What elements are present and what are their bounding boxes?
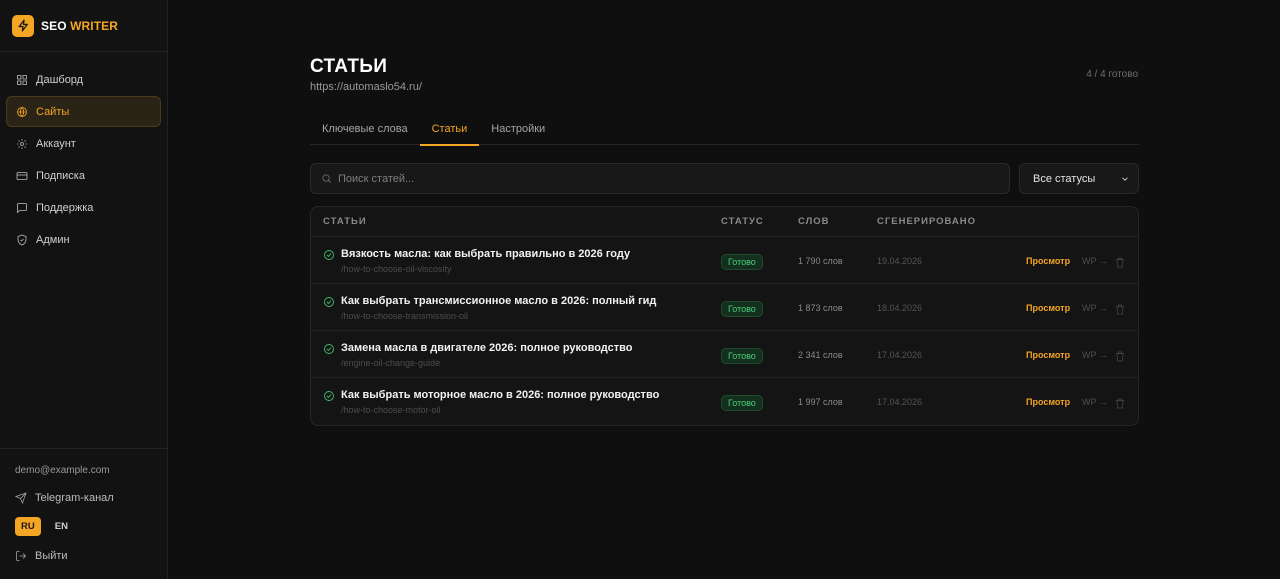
status-badge: Готово [721,395,763,411]
generated-date: 19.04.2026 [877,256,923,266]
trash-icon[interactable] [1115,396,1125,409]
article-slug: /engine-oil-change-guide [341,358,441,368]
column-header-status: СТАТУС [721,216,764,227]
status-badge: Готово [721,301,763,317]
article-slug: /how-to-choose-transmission-oil [341,311,469,321]
lang-en-button[interactable]: EN [49,517,74,536]
dashboard-icon [17,74,27,85]
trash-icon[interactable] [1115,255,1125,268]
shield-icon [17,234,27,245]
gear-icon [17,138,27,149]
generated-date: 17.04.2026 [877,350,923,360]
table-header: СТАТЬИ СТАТУС СЛОВ СГЕНЕРИРОВАНО [311,207,1138,237]
lang-ru-button[interactable]: RU [15,517,41,536]
table-row[interactable]: Замена масла в двигателе 2026: полное ру… [311,331,1138,378]
word-count: 1 790 слов [798,256,843,266]
status-badge: Готово [721,348,763,364]
progress-counter: 4 / 4 готово [1086,69,1138,80]
telegram-link[interactable]: Telegram-канал [15,492,167,504]
brand-name-part1: SEO [41,18,67,33]
word-count: 1 997 слов [798,397,843,407]
sidebar-item-dashboard[interactable]: Дашборд [6,64,161,95]
sidebar: SEO WRITER Дашборд Сайты Аккаунт Подписк… [0,0,168,579]
sidebar-item-admin[interactable]: Админ [6,224,161,255]
sidebar-item-subscription[interactable]: Подписка [6,160,161,191]
trash-icon[interactable] [1115,349,1125,362]
check-circle-icon [323,248,335,260]
sidebar-item-label: Админ [36,233,70,246]
user-email: demo@example.com [15,465,110,476]
wp-publish-button[interactable]: WP → [1082,350,1108,360]
tab-settings[interactable]: Настройки [479,112,557,145]
site-url: https://automaslo54.ru/ [310,81,422,93]
sidebar-item-sites[interactable]: Сайты [6,96,161,127]
article-title: Как выбрать моторное масло в 2026: полно… [341,389,660,401]
check-circle-icon [323,389,335,401]
trash-icon[interactable] [1115,302,1125,315]
status-badge: Готово [721,254,763,270]
check-circle-icon [323,295,335,307]
brand-name-part2: WRITER [70,18,119,33]
word-count: 1 873 слов [798,303,843,313]
word-count: 2 341 слов [798,350,843,360]
wp-publish-button[interactable]: WP → [1082,303,1108,313]
view-button[interactable]: Просмотр [1026,303,1070,313]
card-icon [16,171,28,180]
wp-publish-button[interactable]: WP → [1082,256,1108,266]
view-button[interactable]: Просмотр [1026,397,1070,407]
sidebar-item-label: Поддержка [36,201,94,214]
search-icon [322,174,331,183]
sidebar-item-account[interactable]: Аккаунт [6,128,161,159]
article-slug: /how-to-choose-oil-viscosity [341,264,452,274]
column-header-words: СЛОВ [798,216,830,227]
table-row[interactable]: Вязкость масла: как выбрать правильно в … [311,237,1138,284]
view-button[interactable]: Просмотр [1026,350,1070,360]
wp-publish-button[interactable]: WP → [1082,397,1108,407]
search-box [310,163,1010,194]
bolt-icon [12,14,34,37]
status-filter-value: Все статусы [1033,172,1096,185]
tab-bar: Ключевые слова Статьи Настройки [310,112,1139,146]
search-input[interactable] [338,172,1009,185]
chevron-down-icon [1122,176,1128,181]
logout-button[interactable]: Выйти [15,550,167,562]
check-circle-icon [323,342,335,354]
sidebar-item-label: Подписка [36,169,85,182]
table-row[interactable]: Как выбрать трансмиссионное масло в 2026… [311,284,1138,331]
column-header-generated: СГЕНЕРИРОВАНО [877,216,977,227]
generated-date: 17.04.2026 [877,397,923,407]
language-switcher: RU EN [15,517,167,536]
tab-articles[interactable]: Статьи [419,112,480,146]
article-slug: /how-to-choose-motor-oil [341,405,441,415]
brand-name: SEO WRITER [41,19,118,33]
sidebar-item-label: Дашборд [36,73,84,86]
brand[interactable]: SEO WRITER [0,0,167,52]
status-filter-select[interactable]: Все статусы [1019,163,1139,194]
page-title: СТАТЬИ [310,56,388,77]
article-title: Замена масла в двигателе 2026: полное ру… [341,342,633,354]
chat-icon [17,202,27,213]
sidebar-nav: Дашборд Сайты Аккаунт Подписка Поддержка… [0,52,167,255]
send-icon [15,492,27,504]
tab-keywords[interactable]: Ключевые слова [310,112,420,145]
telegram-link-label: Telegram-канал [35,492,114,504]
sidebar-item-label: Сайты [36,105,70,118]
articles-table: СТАТЬИ СТАТУС СЛОВ СГЕНЕРИРОВАНО Вязкост… [310,206,1139,426]
sidebar-item-label: Аккаунт [36,137,76,150]
table-row[interactable]: Как выбрать моторное масло в 2026: полно… [311,378,1138,425]
sidebar-item-support[interactable]: Поддержка [6,192,161,223]
article-title: Вязкость масла: как выбрать правильно в … [341,248,631,260]
logout-icon [16,551,27,561]
generated-date: 18.04.2026 [877,303,923,313]
view-button[interactable]: Просмотр [1026,256,1070,266]
main-content: СТАТЬИ https://automaslo54.ru/ 4 / 4 гот… [168,0,1280,579]
article-title: Как выбрать трансмиссионное масло в 2026… [341,295,657,307]
globe-icon [17,106,27,117]
column-header-articles: СТАТЬИ [323,216,367,227]
sidebar-footer: demo@example.com Telegram-канал RU EN Вы… [0,448,167,562]
logout-label: Выйти [35,550,68,562]
